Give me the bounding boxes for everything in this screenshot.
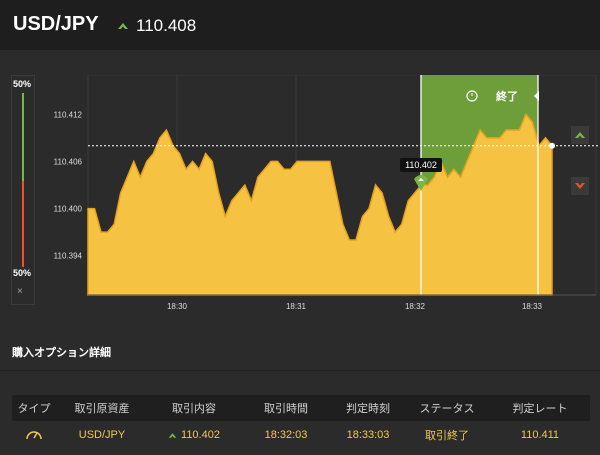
judge-time-cell: 18:33:03 <box>346 429 390 441</box>
trade-time-cell: 18:32:03 <box>264 429 308 441</box>
table-row[interactable]: USD/JPY 110.402 18:32:03 18:33:03 取引終了 1… <box>12 421 590 449</box>
current-price-dot <box>549 142 555 149</box>
arrow-down-icon <box>575 183 585 189</box>
x-tick-label: 18:32 <box>405 302 426 311</box>
arrow-up-icon <box>575 132 585 138</box>
status-cell: 取引終了 <box>425 430 469 442</box>
column-header: ステータス <box>419 403 475 415</box>
x-tick-label: 18:30 <box>167 302 188 311</box>
table-header: タイプ 取引原資産 取引内容 取引時間 判定時刻 ステータス 判定レート <box>12 395 590 421</box>
gauge-icon <box>26 430 42 439</box>
gauge-close-button[interactable]: × <box>17 286 23 297</box>
expiry-label: 終了 <box>496 89 518 103</box>
asset-cell: USD/JPY <box>78 429 126 441</box>
trade-content-cell: 110.402 <box>148 429 240 441</box>
price-chart: 110.412110.406110.400110.394 18:30 18:31 1… <box>54 75 600 311</box>
y-tick-label: 110.412 <box>54 110 83 119</box>
column-header: 取引時間 <box>264 403 308 415</box>
column-header: 判定時刻 <box>346 403 390 415</box>
y-tick-label: 110.400 <box>54 205 83 214</box>
section-divider <box>0 370 600 371</box>
gauge-down-bar <box>22 181 24 267</box>
column-header: タイプ <box>17 403 51 415</box>
gauge-up-percent: 50% <box>13 79 32 89</box>
header-bar: USD/JPY 110.408 <box>0 0 600 50</box>
judge-rate-cell: 110.411 <box>520 429 560 441</box>
y-axis-ticks: 110.412 110.406 110.400 110.394 <box>54 110 83 260</box>
x-tick-label: 18:33 <box>522 302 543 311</box>
currency-pair-title: USD/JPY <box>13 13 99 35</box>
high-button[interactable] <box>571 126 589 144</box>
details-table: タイプ 取引原資産 取引内容 取引時間 判定時刻 ステータス 判定レート USD… <box>12 395 590 449</box>
column-header: 取引内容 <box>172 403 216 415</box>
gauge-up-bar <box>22 93 24 181</box>
current-rate-value: 110.408 <box>136 16 197 35</box>
trade-rate: 110.402 <box>181 429 220 441</box>
x-tick-label: 18:31 <box>286 302 307 311</box>
arrow-up-icon <box>168 432 177 438</box>
column-header: 判定レート <box>512 403 568 415</box>
column-header: 取引原資産 <box>74 403 130 415</box>
sentiment-gauge: 50% 50% × <box>11 75 35 305</box>
gauge-down-percent: 50% <box>13 268 32 278</box>
y-tick-label: 110.394 <box>54 252 83 261</box>
details-title: 購入オプション詳細 <box>12 347 111 359</box>
low-button[interactable] <box>571 177 589 195</box>
entry-price-label: 110.402 <box>405 160 437 170</box>
current-rate: 110.408 <box>117 16 196 36</box>
x-axis-ticks: 18:30 18:31 18:32 18:33 <box>167 302 543 311</box>
y-tick-label: 110.406 <box>54 157 83 166</box>
type-cell <box>12 427 56 444</box>
arrow-up-icon <box>118 23 128 29</box>
